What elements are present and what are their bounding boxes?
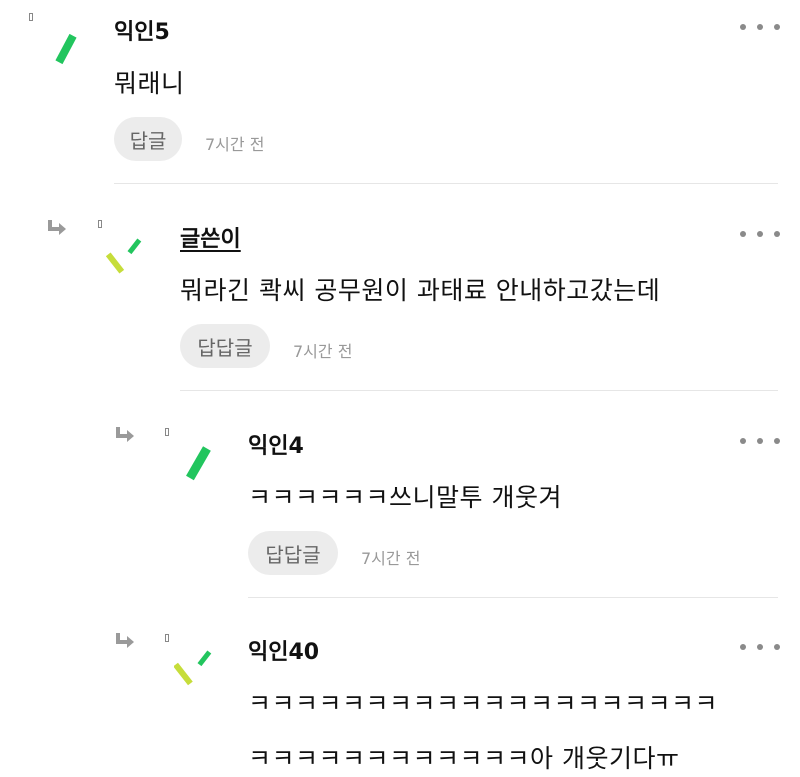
more-options-icon[interactable] — [740, 20, 780, 34]
level-marker — [165, 428, 169, 436]
more-options-icon[interactable] — [740, 434, 780, 448]
timestamp: 7시간 전 — [361, 549, 421, 568]
more-options-icon[interactable] — [740, 227, 780, 241]
comment-text-line-2: ㅋㅋㅋㅋㅋㅋㅋㅋㅋㅋㅋㅋ아 개웃기다ㅠ — [248, 744, 680, 773]
more-options-icon[interactable] — [740, 640, 780, 654]
reply-button[interactable]: 답답글 — [180, 324, 270, 368]
comment-text: 뭐라긴 콱씨 공무원이 과태료 안내하고갔는데 — [180, 276, 661, 305]
reply-arrow-icon — [116, 427, 134, 442]
avatar[interactable] — [106, 234, 146, 284]
comment-author[interactable]: 익인40 — [248, 634, 319, 666]
avatar[interactable] — [48, 28, 88, 78]
divider — [180, 390, 778, 391]
avatar[interactable] — [174, 648, 214, 698]
reply-button[interactable]: 답글 — [114, 117, 182, 161]
divider — [248, 597, 778, 598]
level-marker — [29, 13, 33, 21]
comment-author[interactable]: 익인4 — [248, 428, 304, 460]
reply-button[interactable]: 답답글 — [248, 531, 338, 575]
comment-author[interactable]: 글쓴이 — [180, 221, 241, 253]
level-marker — [165, 634, 169, 642]
timestamp: 7시간 전 — [205, 135, 265, 154]
reply-arrow-icon — [116, 633, 134, 648]
timestamp: 7시간 전 — [293, 342, 353, 361]
comment-text-line-1: ㅋㅋㅋㅋㅋㅋㅋㅋㅋㅋㅋㅋㅋㅋㅋㅋㅋㅋㅋㅋ — [248, 689, 719, 718]
comment-text: ㅋㅋㅋㅋㅋㅋ쓰니말투 개웃겨 — [248, 483, 562, 512]
comment-author[interactable]: 익인5 — [114, 14, 170, 46]
reply-arrow-icon — [48, 220, 66, 235]
avatar[interactable] — [182, 442, 222, 492]
comment-text: 뭐래니 — [114, 69, 185, 98]
divider — [114, 183, 778, 184]
level-marker — [98, 220, 102, 228]
